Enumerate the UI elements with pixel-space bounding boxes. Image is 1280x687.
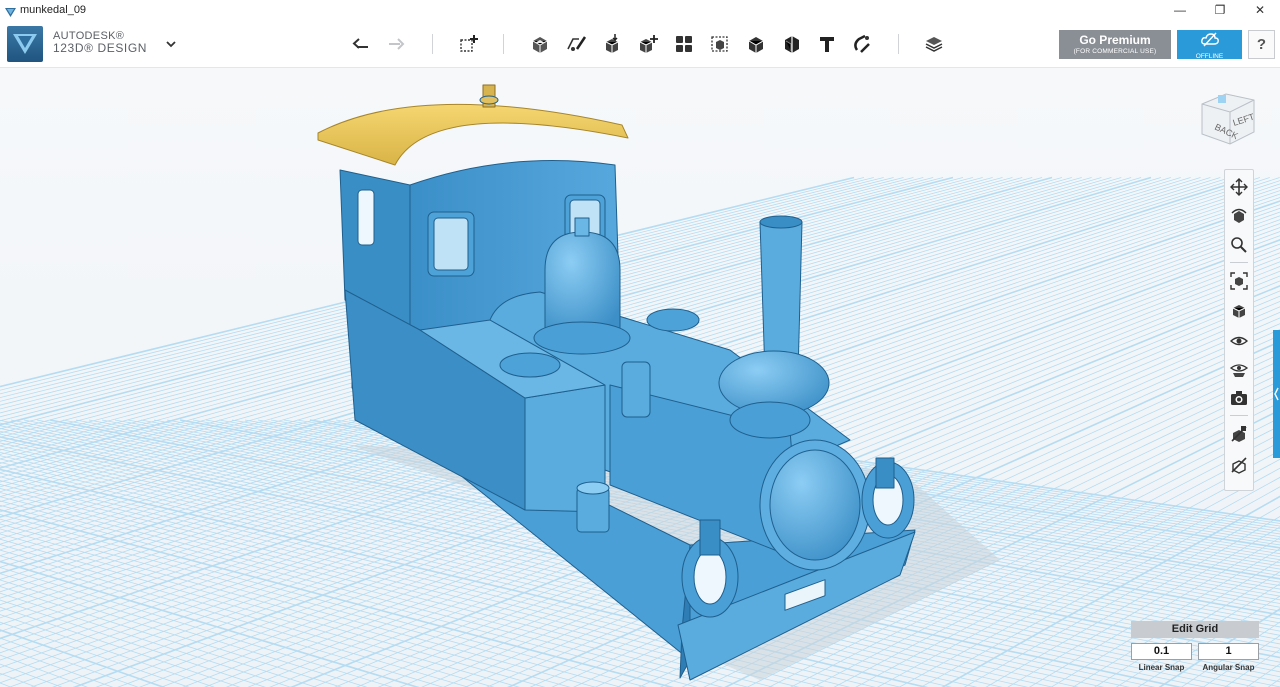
help-button[interactable]: ? [1248,30,1275,59]
offline-label: OFFLINE [1195,53,1224,60]
perspective-button[interactable] [1228,300,1250,322]
sketch-button[interactable] [528,32,552,56]
go-premium-button[interactable]: Go Premium (FOR COMMERCIAL USE) [1059,30,1171,59]
window-title: munkedal_09 [20,4,87,16]
brand-name[interactable]: AUTODESK® 123D® DESIGN [53,30,147,54]
edit-grid-button[interactable]: Edit Grid [1131,621,1259,638]
materials-button[interactable] [922,32,946,56]
app-logo-icon [5,5,16,17]
app-window: munkedal_09 — ❐ ✕ AUTODESK® 123D® DESIGN [0,0,1280,687]
camera-views-button[interactable] [1228,358,1250,380]
construct-icon [567,36,587,51]
cloud-offline-icon [1200,32,1219,47]
eye-icon [1230,336,1248,346]
view-cube[interactable]: BACK LEFT [1196,86,1262,152]
go-premium-label: Go Premium [1079,33,1151,47]
chevron-down-icon[interactable] [164,37,178,51]
locomotive-model[interactable] [317,84,916,681]
snap-button[interactable] [850,32,874,56]
fit-icon [1230,272,1248,290]
grouping-button[interactable] [672,32,696,56]
pan-icon [1230,178,1248,196]
angular-snap-label: Angular Snap [1202,663,1255,672]
undo-icon [352,38,368,49]
redo-icon [389,38,405,50]
autodesk-logo-icon [13,34,37,54]
pattern-icon [639,35,658,53]
angular-snap-field[interactable]: 1 [1198,643,1259,660]
text-icon [820,37,834,52]
minimize-button[interactable]: — [1160,0,1200,20]
materials-icon [925,37,943,52]
undo-button[interactable] [349,32,373,56]
linear-snap-field[interactable]: 0.1 [1131,643,1192,660]
combine-button[interactable] [708,32,732,56]
close-button[interactable]: ✕ [1240,0,1280,20]
text-button[interactable] [815,32,839,56]
sketch-icon [532,37,548,53]
restore-button[interactable]: ❐ [1200,0,1240,20]
perspective-icon [1232,305,1246,318]
camera-icon [1231,391,1247,405]
zoom-button[interactable] [1228,234,1250,256]
redo-button[interactable] [384,32,408,56]
offline-button[interactable]: OFFLINE [1177,30,1242,60]
measure-button[interactable] [744,32,768,56]
material-display-icon [1231,426,1247,442]
camera-views-icon [1230,364,1248,377]
pan-button[interactable] [1228,176,1250,198]
outline-button[interactable] [1228,454,1250,476]
orbit-icon [1231,208,1247,223]
navigation-bar [1224,169,1254,491]
outline-icon [1231,457,1247,474]
3d-viewport[interactable]: BACK LEFT Edit Grid 0.1 1 Linear Snap An… [0,68,1280,687]
app-menu-logo[interactable] [7,26,43,62]
side-panel-toggle[interactable] [1273,330,1280,458]
combine-icon [711,36,728,52]
snap-icon [854,34,870,53]
main-toolbar: AUTODESK® 123D® DESIGN Go Premium (FOR C… [0,20,1280,68]
solid-cube-icon [785,36,799,53]
chevron-left-icon [1274,387,1279,401]
linear-snap-label: Linear Snap [1138,663,1185,672]
title-bar: munkedal_09 — ❐ ✕ [0,0,1280,20]
grouping-icon [676,36,692,52]
construct-button[interactable] [564,32,588,56]
go-premium-sublabel: (FOR COMMERCIAL USE) [1073,48,1157,55]
primitives-icon [460,35,478,52]
measure-icon [748,37,764,53]
pattern-button[interactable] [636,32,660,56]
fit-button[interactable] [1228,270,1250,292]
material-display-button[interactable] [1228,423,1250,445]
modify-icon [605,34,619,53]
visibility-button[interactable] [1228,330,1250,352]
materials-cube-button[interactable] [780,32,804,56]
screenshot-button[interactable] [1228,387,1250,409]
edit-grid-panel: Edit Grid 0.1 1 Linear Snap Angular Snap [1131,621,1259,681]
zoom-icon [1231,237,1247,253]
scene-canvas[interactable] [0,68,1280,687]
brand-line-2: 123D® DESIGN [53,41,148,55]
primitives-button[interactable] [457,32,481,56]
modify-button[interactable] [600,32,624,56]
orbit-button[interactable] [1228,205,1250,227]
